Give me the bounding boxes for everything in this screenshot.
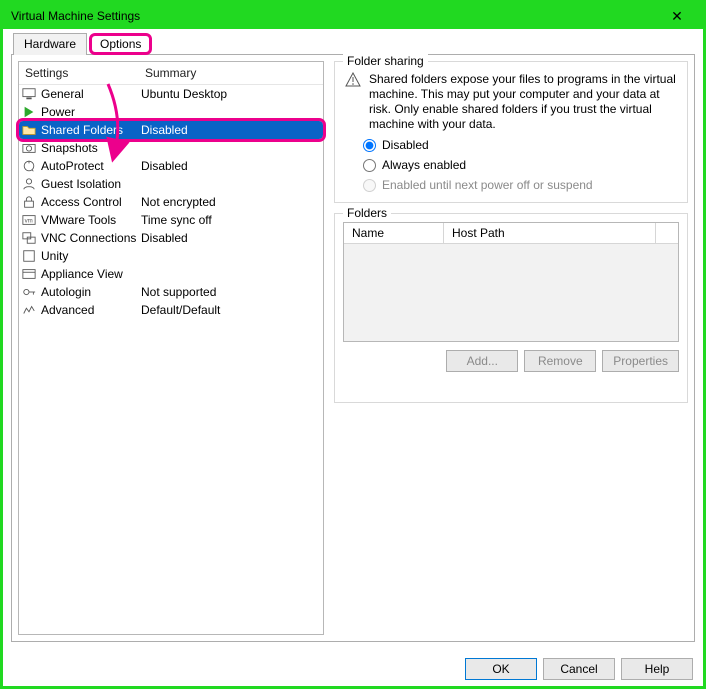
lock-icon (21, 194, 37, 210)
radio-always-input[interactable] (363, 159, 376, 172)
col-settings: Settings (25, 66, 145, 80)
radio-until-off-input (363, 179, 376, 192)
list-item-appliance-view[interactable]: Appliance View (19, 265, 323, 283)
right-pane: Folder sharing Shared folders expose you… (334, 61, 688, 635)
folders-legend: Folders (343, 206, 391, 220)
list-item-guest-isolation[interactable]: Guest Isolation (19, 175, 323, 193)
label: Advanced (41, 303, 141, 317)
folders-group: Folders Name Host Path Add... Remove Pro… (334, 213, 688, 403)
label: General (41, 87, 141, 101)
warning-text: Shared folders expose your files to prog… (369, 72, 677, 132)
label: VNC Connections (41, 231, 141, 245)
radio-disabled-label: Disabled (382, 138, 429, 152)
tabs: Hardware Options (13, 33, 695, 55)
cancel-button[interactable]: Cancel (543, 658, 615, 680)
summary: Not supported (141, 285, 323, 299)
summary: Disabled (141, 159, 323, 173)
folders-header: Name Host Path (344, 223, 678, 244)
properties-button: Properties (602, 350, 679, 372)
label: Power (41, 105, 141, 119)
list-item-unity[interactable]: Unity (19, 247, 323, 265)
col-spacer (656, 223, 678, 243)
list-item-shared-folders[interactable]: Shared Folders Disabled (19, 121, 323, 139)
advanced-icon (21, 302, 37, 318)
label: VMware Tools (41, 213, 141, 227)
shield-cycle-icon (21, 158, 37, 174)
list-item-power[interactable]: Power (19, 103, 323, 121)
label: Access Control (41, 195, 141, 209)
box-icon (21, 248, 37, 264)
list-body: General Ubuntu Desktop Power Shared Fold… (19, 85, 323, 634)
label: AutoProtect (41, 159, 141, 173)
tab-hardware[interactable]: Hardware (13, 33, 87, 55)
list-item-advanced[interactable]: Advanced Default/Default (19, 301, 323, 319)
appliance-icon (21, 266, 37, 282)
key-icon (21, 284, 37, 300)
radio-disabled[interactable]: Disabled (363, 138, 677, 152)
folders-buttons: Add... Remove Properties (343, 350, 679, 372)
list-item-snapshots[interactable]: Snapshots (19, 139, 323, 157)
col-name[interactable]: Name (344, 223, 444, 243)
summary: Not encrypted (141, 195, 323, 209)
folder-sharing-legend: Folder sharing (343, 54, 428, 68)
remove-button: Remove (524, 350, 596, 372)
list-header: Settings Summary (19, 62, 323, 85)
col-summary: Summary (145, 66, 317, 80)
folders-table[interactable]: Name Host Path (343, 222, 679, 342)
content: Hardware Options Settings Summary Genera… (3, 29, 703, 650)
label: Shared Folders (41, 123, 141, 137)
list-item-vmware-tools[interactable]: vm VMware Tools Time sync off (19, 211, 323, 229)
label: Autologin (41, 285, 141, 299)
list-item-vnc-connections[interactable]: VNC Connections Disabled (19, 229, 323, 247)
remote-icon (21, 230, 37, 246)
play-icon (21, 104, 37, 120)
radio-always[interactable]: Always enabled (363, 158, 677, 172)
label: Snapshots (41, 141, 141, 155)
summary: Disabled (141, 231, 323, 245)
warning-row: Shared folders expose your files to prog… (345, 72, 677, 132)
camera-icon (21, 140, 37, 156)
settings-window: Virtual Machine Settings ✕ Hardware Opti… (0, 0, 706, 689)
close-icon[interactable]: ✕ (657, 8, 697, 25)
radio-until-off-label: Enabled until next power off or suspend (382, 178, 593, 192)
summary: Ubuntu Desktop (141, 87, 323, 101)
tab-panel: Settings Summary General Ubuntu Desktop … (11, 54, 695, 642)
summary: Disabled (141, 123, 323, 137)
summary: Default/Default (141, 303, 323, 317)
radio-always-label: Always enabled (382, 158, 466, 172)
folder-icon (21, 122, 37, 138)
titlebar: Virtual Machine Settings ✕ (3, 3, 703, 29)
monitor-icon (21, 86, 37, 102)
list-item-autologin[interactable]: Autologin Not supported (19, 283, 323, 301)
col-host-path[interactable]: Host Path (444, 223, 656, 243)
summary: Time sync off (141, 213, 323, 227)
list-item-access-control[interactable]: Access Control Not encrypted (19, 193, 323, 211)
add-button: Add... (446, 350, 518, 372)
tab-options[interactable]: Options (89, 33, 152, 55)
label: Unity (41, 249, 141, 263)
radio-disabled-input[interactable] (363, 139, 376, 152)
folder-sharing-group: Folder sharing Shared folders expose you… (334, 61, 688, 203)
window-title: Virtual Machine Settings (11, 9, 140, 23)
footer: OK Cancel Help (3, 650, 703, 686)
vm-tools-icon: vm (21, 212, 37, 228)
label: Appliance View (41, 267, 141, 281)
ok-button[interactable]: OK (465, 658, 537, 680)
list-item-autoprotect[interactable]: AutoProtect Disabled (19, 157, 323, 175)
settings-list: Settings Summary General Ubuntu Desktop … (18, 61, 324, 635)
list-item-general[interactable]: General Ubuntu Desktop (19, 85, 323, 103)
radio-until-off: Enabled until next power off or suspend (363, 178, 677, 192)
help-button[interactable]: Help (621, 658, 693, 680)
label: Guest Isolation (41, 177, 141, 191)
warning-icon (345, 72, 363, 132)
svg-text:vm: vm (25, 218, 33, 225)
person-icon (21, 176, 37, 192)
